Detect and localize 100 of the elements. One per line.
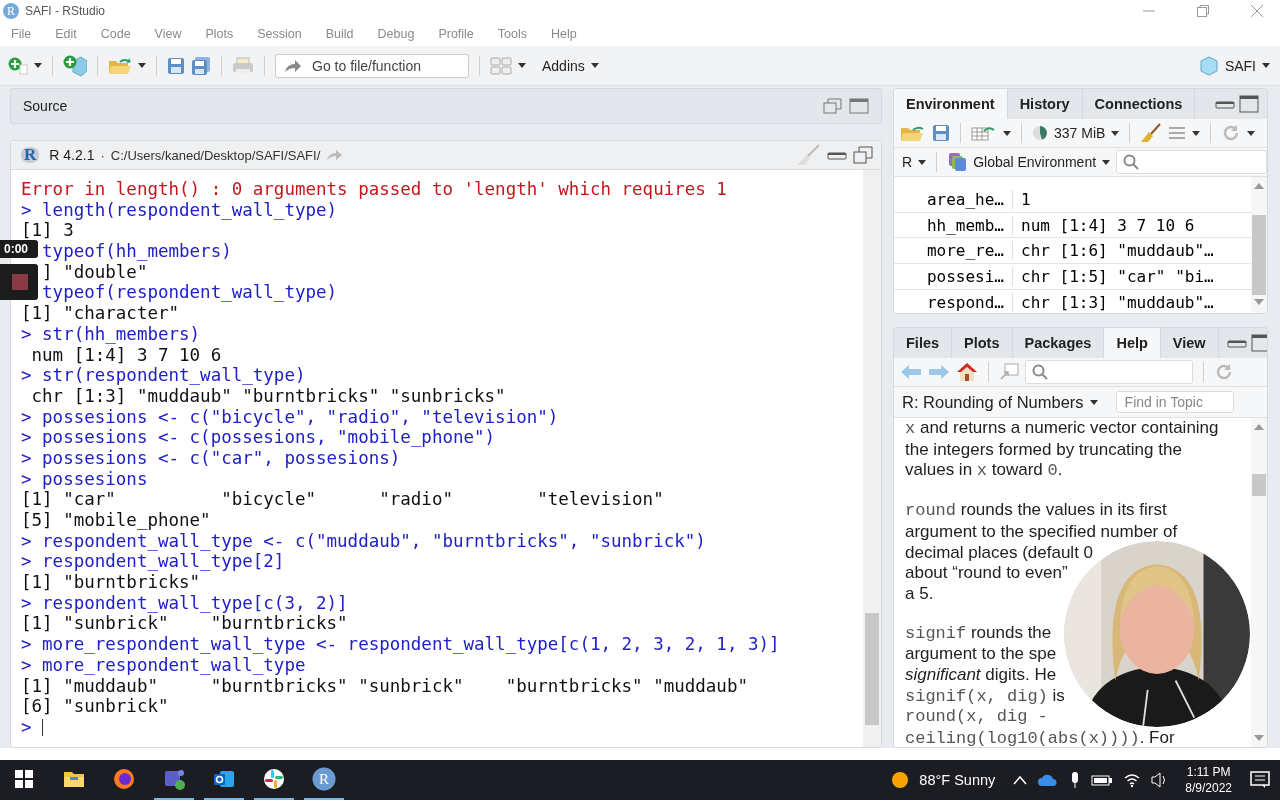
console-output: [1] "sunbrick" "burntbricks" [21,613,348,635]
menu-item[interactable]: Profile [431,25,481,43]
help-text-line: decimal places (default 0 [905,542,1094,564]
broom-icon[interactable] [1140,123,1163,143]
import-table-icon[interactable] [971,125,997,141]
scroll-up-icon[interactable] [1254,183,1264,189]
new-file-icon[interactable] [8,56,28,75]
variable-value: chr [1:3] "muddaub"… [1020,292,1214,312]
chevron-up-icon[interactable] [1013,775,1028,785]
search-field[interactable] [1116,150,1267,174]
restore-pane-icon[interactable] [823,98,843,114]
console-output: [1] "car" "bicycle" "radio" "television" [21,489,664,510]
caret-icon[interactable] [1003,130,1011,136]
scroll-down-icon[interactable] [1254,299,1264,305]
arrow-icon [284,58,302,73]
open-folder-icon[interactable] [900,124,926,142]
battery-icon[interactable] [1091,773,1114,787]
tab[interactable]: Environment [894,89,1008,119]
maximize-pane-icon[interactable] [849,98,869,114]
new-project-icon[interactable] [63,54,87,77]
variable-value: num [1:4] 3 7 10 6 [1020,215,1195,235]
caret-icon[interactable] [1192,130,1201,136]
tab[interactable]: Help [1104,328,1161,358]
wifi-icon[interactable] [1123,772,1142,788]
scroll-down-icon[interactable] [1254,735,1264,741]
clock-time[interactable]: 1:11 PM [1186,764,1231,780]
scrollbar[interactable] [863,170,881,747]
menu-item[interactable]: Plots [198,25,241,43]
caret-icon[interactable] [518,63,526,68]
scroll-thumb[interactable] [865,613,879,725]
weather-widget[interactable]: 88°F Sunny [891,771,996,789]
maximize-pane-icon[interactable] [1250,334,1267,352]
language-menu[interactable]: R [902,154,913,170]
scroll-up-icon[interactable] [1254,424,1264,430]
caret-icon[interactable] [918,159,927,165]
close-icon[interactable] [1250,4,1264,18]
console-output: chr [1:3] "muddaub" "burntbricks" "sunbricks" [30,385,506,407]
menu-item[interactable]: Tools [490,25,534,43]
caret-icon[interactable] [1102,159,1111,165]
recording-timer: 0:00 [0,240,38,258]
console-command: typeof(hh_members) [42,241,232,262]
caret-icon[interactable] [1111,130,1120,136]
restore-icon[interactable] [1196,4,1210,18]
caret-icon[interactable] [34,63,42,68]
console-command: str(respondent_wall_type) [42,365,306,386]
topic-menu[interactable]: R: Rounding of Numbers [902,392,1084,412]
search-field[interactable] [1025,360,1193,384]
console-command: more_respondent_wall_type [42,654,306,676]
variable-name: more_re… [894,241,1013,261]
environment-menu[interactable]: Global Environment [947,152,1097,172]
scrollbar[interactable] [1251,418,1267,747]
restore-pane-icon[interactable] [853,146,873,164]
project-menu[interactable]: SAFI [1198,55,1256,76]
home-icon[interactable] [956,362,978,382]
minimize-pane-icon[interactable] [827,150,847,160]
scroll-thumb[interactable] [1252,474,1266,496]
variable-name: possesi… [894,266,1013,286]
text-cursor [42,718,44,736]
refresh-icon[interactable] [1214,362,1234,382]
prompt: > [21,634,33,655]
addins-menu[interactable]: Addins [542,57,585,74]
variable-value: chr [1:6] "muddaub"… [1020,241,1214,261]
save-icon[interactable] [932,124,950,142]
open-folder-icon[interactable] [108,56,132,75]
menu-item[interactable]: View [147,25,189,43]
menu-item[interactable]: Session [250,25,309,43]
menu-item[interactable]: Help [544,25,584,43]
notifications-icon[interactable] [1250,771,1270,789]
save-all-icon[interactable] [191,56,211,75]
prompt: > [21,654,33,676]
stop-recording-button[interactable] [0,264,38,300]
window-title: SAFI - RStudio [25,4,106,18]
help-text-line: signif rounds the [905,622,1052,645]
caret-icon[interactable] [1247,130,1256,136]
scrollbar[interactable] [1251,177,1267,313]
prompt: > [21,447,33,469]
save-icon[interactable] [167,56,185,75]
caret-icon[interactable] [1262,63,1270,68]
caret-icon[interactable] [1089,399,1098,405]
prompt: > [21,199,33,221]
clock-date[interactable]: 8/9/2022 [1185,780,1232,796]
menu-item[interactable]: Build [318,25,361,43]
scroll-thumb[interactable] [1252,215,1266,295]
help-text-line: a 5. [905,583,934,605]
find-in-topic-field[interactable]: Find in Topic [1115,391,1234,413]
caret-icon[interactable] [138,63,146,68]
maximize-pane-icon[interactable] [1239,95,1259,113]
memory-usage[interactable]: 337 MiB [1032,125,1106,141]
menu-item[interactable]: Code [93,25,138,43]
caret-icon[interactable] [590,63,599,68]
minimize-pane-icon[interactable] [1226,338,1247,348]
list-icon[interactable] [1168,126,1187,140]
error-message: Error in length() : 0 arguments passed to 'length' which requires 1 [21,179,727,200]
prompt: > [21,323,33,345]
popout-icon[interactable] [999,363,1019,381]
console-command: respondent_wall_type[2] [42,551,285,573]
menu-item[interactable]: Debug [370,25,422,43]
console-output: [1] "burntbricks" [21,572,201,593]
minimize-pane-icon[interactable] [1215,99,1235,109]
go-to-file-field[interactable]: Go to file/function [275,53,469,78]
